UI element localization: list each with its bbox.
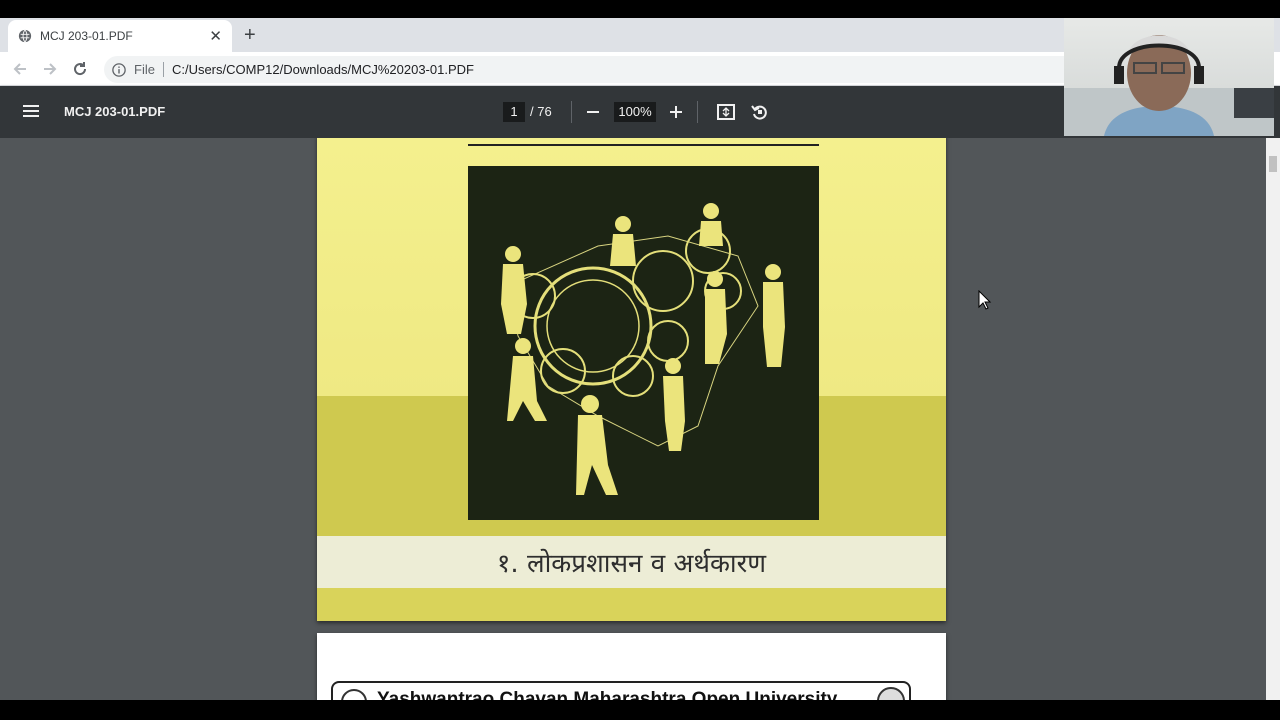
pdf-page-cover: १. लोकप्रशासन व अर्थकारण bbox=[317, 138, 946, 621]
browser-tab[interactable]: MCJ 203-01.PDF ✕ bbox=[8, 20, 232, 52]
forward-arrow-icon bbox=[44, 63, 57, 75]
scrollbar-thumb[interactable] bbox=[1269, 156, 1277, 172]
file-scheme-label: File bbox=[134, 62, 164, 77]
webcam-overlay bbox=[1064, 18, 1274, 136]
presenter-video-image bbox=[1064, 35, 1274, 136]
address-bar[interactable]: File C:/Users/COMP12/Downloads/MCJ%20203… bbox=[104, 56, 1104, 83]
info-icon[interactable] bbox=[112, 62, 126, 77]
mouse-cursor-icon bbox=[978, 290, 992, 310]
vertical-scrollbar[interactable] bbox=[1266, 138, 1280, 700]
close-tab-icon[interactable]: ✕ bbox=[209, 27, 222, 45]
back-arrow-icon bbox=[13, 63, 26, 75]
plus-icon bbox=[670, 106, 682, 118]
back-button[interactable] bbox=[10, 59, 30, 79]
new-tab-button[interactable]: + bbox=[244, 25, 256, 45]
university-name: Yashwantrao Chavan Maharashtra Open Univ… bbox=[377, 689, 838, 700]
university-seal-icon bbox=[877, 687, 905, 700]
pdf-viewer-area[interactable]: १. लोकप्रशासन व अर्थकारण Yashwantrao Cha… bbox=[0, 138, 1266, 700]
zoom-out-button[interactable] bbox=[582, 101, 604, 123]
globe-icon bbox=[18, 29, 32, 43]
reload-icon bbox=[74, 62, 87, 76]
rotate-counterclockwise-icon bbox=[751, 105, 767, 120]
pdf-page-2: Yashwantrao Chavan Maharashtra Open Univ… bbox=[317, 633, 946, 700]
menu-icon[interactable] bbox=[22, 103, 40, 119]
address-url[interactable]: C:/Users/COMP12/Downloads/MCJ%20203-01.P… bbox=[172, 62, 474, 77]
screen: MCJ 203-01.PDF ✕ + File C:/Users/COMP12/… bbox=[0, 0, 1280, 720]
university-logo-icon bbox=[341, 689, 367, 700]
university-header-box: Yashwantrao Chavan Maharashtra Open Univ… bbox=[331, 681, 911, 700]
toolbar-divider bbox=[571, 101, 572, 123]
people-carrying-coins-illustration bbox=[501, 203, 785, 495]
pdf-document-title: MCJ 203-01.PDF bbox=[64, 104, 166, 119]
page-total: / 76 bbox=[530, 104, 552, 119]
cover-rule bbox=[468, 144, 819, 146]
cover-illustration bbox=[468, 166, 819, 520]
cover-bottom-band bbox=[317, 588, 946, 621]
fit-page-button[interactable] bbox=[715, 101, 737, 123]
zoom-level-input[interactable]: 100% bbox=[614, 102, 656, 122]
reload-button[interactable] bbox=[70, 59, 90, 79]
cover-title: १. लोकप्रशासन व अर्थकारण bbox=[317, 536, 946, 588]
fit-to-page-icon bbox=[717, 104, 735, 120]
minus-icon bbox=[587, 111, 599, 113]
forward-button[interactable] bbox=[40, 59, 60, 79]
rotate-button[interactable] bbox=[749, 101, 771, 123]
zoom-in-button[interactable] bbox=[665, 101, 687, 123]
page-number-input[interactable]: 1 bbox=[503, 102, 525, 122]
toolbar-divider bbox=[697, 101, 698, 123]
tab-title: MCJ 203-01.PDF bbox=[40, 29, 133, 43]
